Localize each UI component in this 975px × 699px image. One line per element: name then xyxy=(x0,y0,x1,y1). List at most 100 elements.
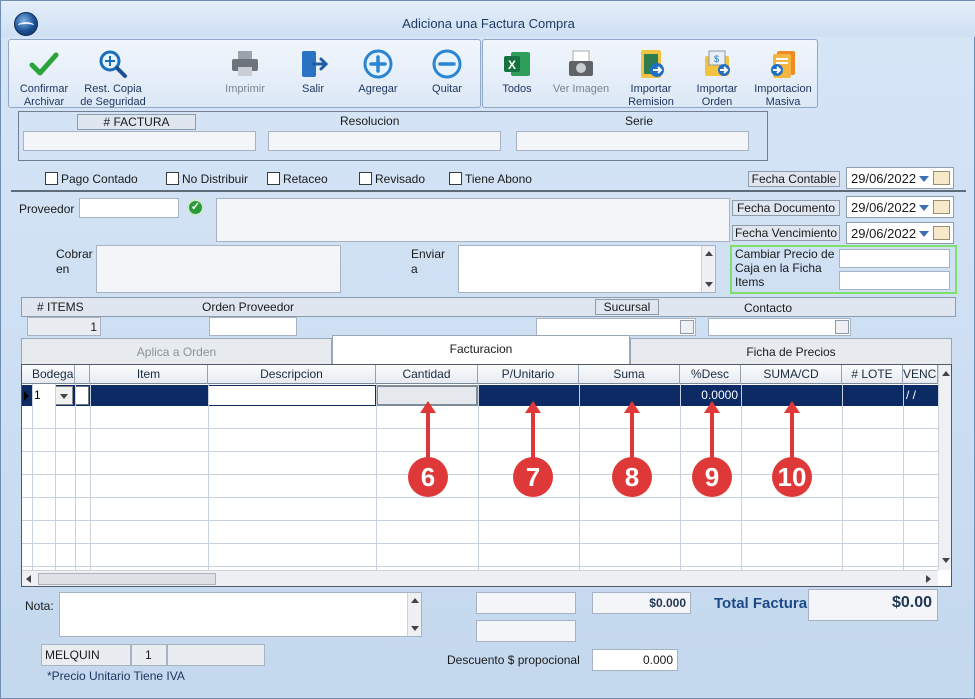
scroll-down-icon[interactable] xyxy=(942,558,950,563)
scroll-up-icon[interactable] xyxy=(942,371,950,376)
enviar-scrollbar[interactable] xyxy=(701,246,715,292)
grid-horizontal-scrollbar[interactable] xyxy=(22,570,938,586)
col-descripcion[interactable]: Descripcion xyxy=(208,365,376,384)
restore-backup-button[interactable]: Rest. Copia de Seguridad xyxy=(77,48,149,109)
remove-button[interactable]: Quitar xyxy=(423,48,471,96)
nota-textarea[interactable] xyxy=(59,592,422,637)
serie-label: Serie xyxy=(625,114,654,128)
nota-scrollbar[interactable] xyxy=(407,593,421,636)
confirm-archive-button[interactable]: Confirmar Archivar xyxy=(14,48,74,109)
marker-arrow xyxy=(624,401,640,463)
view-image-button[interactable]: Ver Imagen xyxy=(549,48,613,96)
import-remission-button[interactable]: Importar Remision xyxy=(623,48,679,109)
calendar-icon[interactable] xyxy=(933,171,950,185)
total-factura-field: $0.00 xyxy=(808,589,938,621)
col-suma[interactable]: Suma xyxy=(579,365,680,384)
serie-field[interactable] xyxy=(516,131,749,151)
calendar-icon[interactable] xyxy=(933,200,950,214)
table-row[interactable] xyxy=(22,498,938,521)
add-button[interactable]: Agregar xyxy=(352,48,404,96)
proveedor-field[interactable] xyxy=(79,198,179,218)
col-cantidad[interactable]: Cantidad xyxy=(376,365,478,384)
col-item[interactable]: Item xyxy=(90,365,208,384)
item-search-icon[interactable] xyxy=(75,386,89,405)
confirm-archive-label: Confirmar Archivar xyxy=(19,83,69,108)
table-row[interactable] xyxy=(22,429,938,452)
resolucion-label: Resolucion xyxy=(340,114,400,128)
bodega-dropdown[interactable] xyxy=(55,386,73,405)
scroll-up-icon[interactable] xyxy=(705,251,713,256)
item-cell[interactable] xyxy=(90,385,208,406)
marker-6: 6 xyxy=(408,457,448,497)
scroll-up-icon[interactable] xyxy=(411,598,419,603)
items-count-field: 1 xyxy=(27,317,101,336)
marker-arrow xyxy=(525,401,541,463)
cambiar-precio-field-2[interactable] xyxy=(839,271,950,290)
horizontal-scroll-thumb[interactable] xyxy=(38,573,216,585)
descripcion-cell[interactable] xyxy=(208,385,376,406)
scroll-down-icon[interactable] xyxy=(411,626,419,631)
revisado-checkbox[interactable] xyxy=(359,172,372,185)
import-remission-label: Importar Remision xyxy=(628,83,674,108)
total-factura-value: $0.00 xyxy=(891,594,932,611)
fecha-contable-picker[interactable]: 29/06/2022 xyxy=(846,167,954,189)
col-bodega[interactable]: Bodega xyxy=(32,365,75,384)
bodega-cell[interactable]: 1 xyxy=(32,385,55,406)
col-punitario[interactable]: P/Unitario xyxy=(478,365,579,384)
scroll-left-icon[interactable] xyxy=(26,575,31,583)
tab-facturacion[interactable]: Facturacion xyxy=(332,335,630,365)
fecha-documento-picker[interactable]: 29/06/2022 xyxy=(846,196,954,218)
toolbar-main: Confirmar Archivar Rest. Copia de Seguri… xyxy=(8,39,481,108)
tab-aplica-orden[interactable]: Aplica a Orden xyxy=(21,338,332,365)
col-line xyxy=(478,384,479,570)
items-count-value: 1 xyxy=(90,320,97,334)
col-desc[interactable]: %Desc xyxy=(680,365,741,384)
table-row[interactable] xyxy=(22,544,938,567)
col-venc[interactable]: VENC xyxy=(903,365,938,384)
cambiar-precio-field-1[interactable] xyxy=(839,249,950,268)
descuento-label: Descuento $ propocional xyxy=(447,653,580,667)
venc-cell[interactable]: / / xyxy=(903,385,938,406)
orden-proveedor-field[interactable] xyxy=(209,317,297,336)
import-order-button[interactable]: $ Importar Orden xyxy=(691,48,743,109)
retaceo-label: Retaceo xyxy=(283,172,328,186)
factura-field[interactable] xyxy=(23,131,256,151)
validate-check-icon[interactable]: ✓ xyxy=(187,199,204,216)
cobrar-label: Cobrar en xyxy=(56,247,93,276)
cobrar-field[interactable] xyxy=(96,245,341,293)
col-lote[interactable]: # LOTE xyxy=(842,365,903,384)
col-sumacd[interactable]: SUMA/CD xyxy=(741,365,842,384)
chevron-down-icon[interactable] xyxy=(680,320,694,334)
scroll-down-icon[interactable] xyxy=(705,282,713,287)
tiene-abono-checkbox[interactable] xyxy=(449,172,462,185)
resolucion-field[interactable] xyxy=(268,131,501,151)
table-row[interactable] xyxy=(22,406,938,429)
grid-vertical-scrollbar[interactable] xyxy=(938,365,951,570)
printer-icon xyxy=(232,51,258,76)
chevron-down-icon[interactable] xyxy=(835,320,849,334)
exit-button[interactable]: Salir xyxy=(291,48,335,96)
view-image-label: Ver Imagen xyxy=(552,83,610,95)
pago-contado-checkbox[interactable] xyxy=(45,172,58,185)
scroll-right-icon[interactable] xyxy=(926,575,931,583)
total-factura-label: Total Factura xyxy=(714,595,808,612)
retaceo-checkbox[interactable] xyxy=(267,172,280,185)
calendar-icon[interactable] xyxy=(933,226,950,240)
enviar-textarea[interactable] xyxy=(458,245,716,293)
excel-all-button[interactable]: X Todos xyxy=(493,48,541,96)
summary-field-1 xyxy=(476,592,576,614)
contacto-select[interactable] xyxy=(708,318,851,336)
proveedor-name-field[interactable] xyxy=(216,198,730,242)
items-grid[interactable]: Bodega Item Descripcion Cantidad P/Unita… xyxy=(21,364,952,587)
table-row[interactable]: 1 0.0000 / / xyxy=(22,385,938,406)
info-bar xyxy=(21,297,956,317)
toolbar-import: X Todos Ver Imagen Importar Remision $ I… xyxy=(482,39,818,108)
sucursal-select[interactable] xyxy=(536,318,696,336)
table-row[interactable] xyxy=(22,521,938,544)
bulk-import-button[interactable]: Importacion Masiva xyxy=(751,48,815,109)
no-distribuir-checkbox[interactable] xyxy=(166,172,179,185)
tab-ficha-precios[interactable]: Ficha de Precios xyxy=(630,338,952,365)
descuento-field[interactable]: 0.000 xyxy=(592,649,678,671)
print-button[interactable]: Imprimir xyxy=(221,48,269,96)
fecha-vencimiento-picker[interactable]: 29/06/2022 xyxy=(846,222,954,244)
